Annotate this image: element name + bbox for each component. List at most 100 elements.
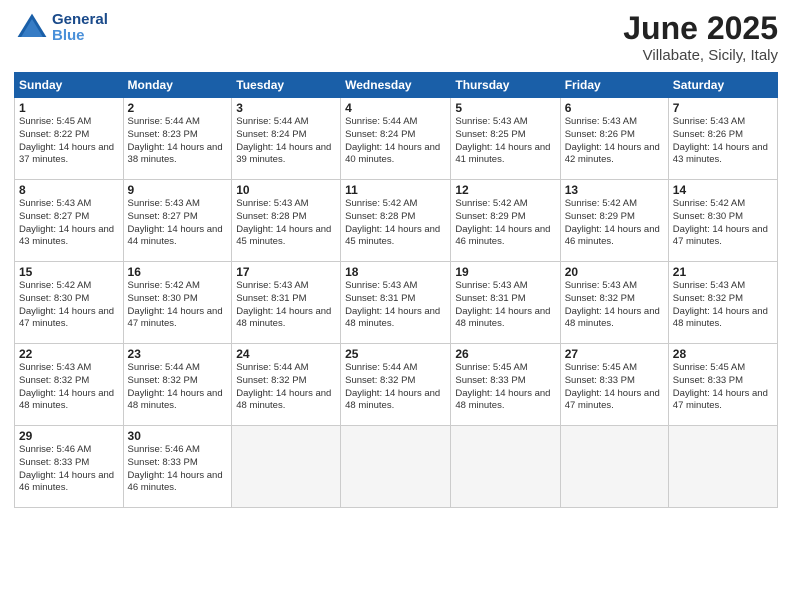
sunrise-text: Sunrise: 5:46 AM — [19, 444, 91, 455]
daylight-text: Daylight: 14 hours and 48 minutes. — [128, 388, 223, 412]
daylight-text: Daylight: 14 hours and 41 minutes. — [455, 142, 550, 166]
sunrise-text: Sunrise: 5:44 AM — [128, 362, 200, 373]
sunrise-text: Sunrise: 5:42 AM — [345, 198, 417, 209]
day-info: Sunrise: 5:43 AM Sunset: 8:31 PM Dayligh… — [345, 280, 446, 331]
day-info: Sunrise: 5:42 AM Sunset: 8:30 PM Dayligh… — [19, 280, 119, 331]
daylight-text: Daylight: 14 hours and 37 minutes. — [19, 142, 114, 166]
sunset-text: Sunset: 8:33 PM — [455, 375, 525, 386]
day-number: 27 — [565, 347, 664, 361]
daylight-text: Daylight: 14 hours and 40 minutes. — [345, 142, 440, 166]
sunrise-text: Sunrise: 5:43 AM — [455, 280, 527, 291]
sunrise-text: Sunrise: 5:46 AM — [128, 444, 200, 455]
sunset-text: Sunset: 8:23 PM — [128, 129, 198, 140]
sunrise-text: Sunrise: 5:43 AM — [673, 280, 745, 291]
sunrise-text: Sunrise: 5:43 AM — [455, 116, 527, 127]
day-info: Sunrise: 5:42 AM Sunset: 8:30 PM Dayligh… — [128, 280, 228, 331]
table-row: 19 Sunrise: 5:43 AM Sunset: 8:31 PM Dayl… — [451, 262, 560, 344]
day-info: Sunrise: 5:46 AM Sunset: 8:33 PM Dayligh… — [128, 444, 228, 495]
sunrise-text: Sunrise: 5:43 AM — [128, 198, 200, 209]
table-row: 9 Sunrise: 5:43 AM Sunset: 8:27 PM Dayli… — [123, 180, 232, 262]
day-info: Sunrise: 5:43 AM Sunset: 8:31 PM Dayligh… — [236, 280, 336, 331]
daylight-text: Daylight: 14 hours and 47 minutes. — [673, 388, 768, 412]
day-info: Sunrise: 5:44 AM Sunset: 8:32 PM Dayligh… — [345, 362, 446, 413]
day-info: Sunrise: 5:45 AM Sunset: 8:33 PM Dayligh… — [565, 362, 664, 413]
day-number: 6 — [565, 101, 664, 115]
sunrise-text: Sunrise: 5:45 AM — [673, 362, 745, 373]
sunrise-text: Sunrise: 5:45 AM — [455, 362, 527, 373]
sunset-text: Sunset: 8:31 PM — [345, 293, 415, 304]
sunrise-text: Sunrise: 5:44 AM — [345, 362, 417, 373]
header: General Blue June 2025 Villabate, Sicily… — [14, 10, 778, 64]
day-number: 9 — [128, 183, 228, 197]
calendar-week-row: 15 Sunrise: 5:42 AM Sunset: 8:30 PM Dayl… — [15, 262, 778, 344]
table-row: 3 Sunrise: 5:44 AM Sunset: 8:24 PM Dayli… — [232, 98, 341, 180]
sunset-text: Sunset: 8:29 PM — [565, 211, 635, 222]
table-row: 7 Sunrise: 5:43 AM Sunset: 8:26 PM Dayli… — [668, 98, 777, 180]
day-number: 8 — [19, 183, 119, 197]
sunrise-text: Sunrise: 5:45 AM — [565, 362, 637, 373]
col-thursday: Thursday — [451, 73, 560, 98]
sunset-text: Sunset: 8:26 PM — [565, 129, 635, 140]
day-number: 10 — [236, 183, 336, 197]
day-info: Sunrise: 5:42 AM Sunset: 8:29 PM Dayligh… — [455, 198, 555, 249]
day-number: 13 — [565, 183, 664, 197]
calendar-week-row: 29 Sunrise: 5:46 AM Sunset: 8:33 PM Dayl… — [15, 426, 778, 508]
day-number: 15 — [19, 265, 119, 279]
day-info: Sunrise: 5:42 AM Sunset: 8:28 PM Dayligh… — [345, 198, 446, 249]
sunset-text: Sunset: 8:32 PM — [236, 375, 306, 386]
calendar-week-row: 22 Sunrise: 5:43 AM Sunset: 8:32 PM Dayl… — [15, 344, 778, 426]
sunset-text: Sunset: 8:32 PM — [565, 293, 635, 304]
day-number: 23 — [128, 347, 228, 361]
sunset-text: Sunset: 8:28 PM — [345, 211, 415, 222]
sunset-text: Sunset: 8:33 PM — [673, 375, 743, 386]
daylight-text: Daylight: 14 hours and 46 minutes. — [19, 470, 114, 494]
sunset-text: Sunset: 8:32 PM — [345, 375, 415, 386]
logo: General Blue — [14, 10, 108, 46]
table-row — [232, 426, 341, 508]
sunset-text: Sunset: 8:24 PM — [236, 129, 306, 140]
table-row: 17 Sunrise: 5:43 AM Sunset: 8:31 PM Dayl… — [232, 262, 341, 344]
sunset-text: Sunset: 8:30 PM — [19, 293, 89, 304]
sunset-text: Sunset: 8:26 PM — [673, 129, 743, 140]
table-row: 2 Sunrise: 5:44 AM Sunset: 8:23 PM Dayli… — [123, 98, 232, 180]
sunrise-text: Sunrise: 5:43 AM — [236, 198, 308, 209]
day-info: Sunrise: 5:43 AM Sunset: 8:26 PM Dayligh… — [565, 116, 664, 167]
table-row: 4 Sunrise: 5:44 AM Sunset: 8:24 PM Dayli… — [341, 98, 451, 180]
daylight-text: Daylight: 14 hours and 48 minutes. — [345, 388, 440, 412]
sunset-text: Sunset: 8:31 PM — [236, 293, 306, 304]
table-row — [341, 426, 451, 508]
day-number: 18 — [345, 265, 446, 279]
sunset-text: Sunset: 8:27 PM — [19, 211, 89, 222]
daylight-text: Daylight: 14 hours and 46 minutes. — [455, 224, 550, 248]
day-number: 19 — [455, 265, 555, 279]
table-row: 28 Sunrise: 5:45 AM Sunset: 8:33 PM Dayl… — [668, 344, 777, 426]
table-row: 22 Sunrise: 5:43 AM Sunset: 8:32 PM Dayl… — [15, 344, 124, 426]
day-info: Sunrise: 5:44 AM Sunset: 8:23 PM Dayligh… — [128, 116, 228, 167]
logo-icon — [14, 10, 50, 46]
sunrise-text: Sunrise: 5:43 AM — [19, 362, 91, 373]
daylight-text: Daylight: 14 hours and 47 minutes. — [128, 306, 223, 330]
day-number: 24 — [236, 347, 336, 361]
table-row: 15 Sunrise: 5:42 AM Sunset: 8:30 PM Dayl… — [15, 262, 124, 344]
sunrise-text: Sunrise: 5:43 AM — [19, 198, 91, 209]
day-number: 22 — [19, 347, 119, 361]
sunset-text: Sunset: 8:31 PM — [455, 293, 525, 304]
day-info: Sunrise: 5:43 AM Sunset: 8:26 PM Dayligh… — [673, 116, 773, 167]
sunrise-text: Sunrise: 5:43 AM — [673, 116, 745, 127]
table-row: 16 Sunrise: 5:42 AM Sunset: 8:30 PM Dayl… — [123, 262, 232, 344]
daylight-text: Daylight: 14 hours and 47 minutes. — [673, 224, 768, 248]
col-wednesday: Wednesday — [341, 73, 451, 98]
table-row: 10 Sunrise: 5:43 AM Sunset: 8:28 PM Dayl… — [232, 180, 341, 262]
day-number: 20 — [565, 265, 664, 279]
table-row: 6 Sunrise: 5:43 AM Sunset: 8:26 PM Dayli… — [560, 98, 668, 180]
day-info: Sunrise: 5:46 AM Sunset: 8:33 PM Dayligh… — [19, 444, 119, 495]
table-row: 26 Sunrise: 5:45 AM Sunset: 8:33 PM Dayl… — [451, 344, 560, 426]
day-info: Sunrise: 5:44 AM Sunset: 8:24 PM Dayligh… — [236, 116, 336, 167]
sunset-text: Sunset: 8:33 PM — [19, 457, 89, 468]
col-friday: Friday — [560, 73, 668, 98]
daylight-text: Daylight: 14 hours and 48 minutes. — [236, 388, 331, 412]
table-row: 18 Sunrise: 5:43 AM Sunset: 8:31 PM Dayl… — [341, 262, 451, 344]
logo-text: General Blue — [52, 12, 108, 45]
sunset-text: Sunset: 8:32 PM — [128, 375, 198, 386]
table-row: 8 Sunrise: 5:43 AM Sunset: 8:27 PM Dayli… — [15, 180, 124, 262]
